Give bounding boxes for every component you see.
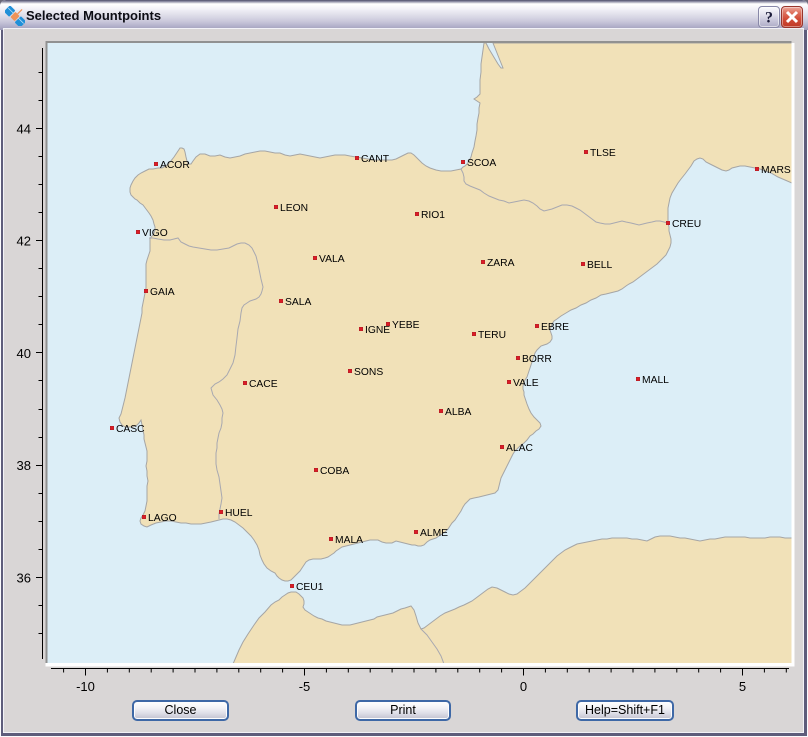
svg-text:44: 44 — [17, 122, 31, 137]
svg-text:38: 38 — [17, 458, 31, 473]
svg-text:GAIA: GAIA — [150, 287, 175, 298]
svg-text:CEU1: CEU1 — [296, 582, 324, 593]
svg-text:SONS: SONS — [354, 367, 383, 378]
svg-text:MALL: MALL — [642, 375, 669, 386]
svg-text:ACOR: ACOR — [160, 160, 190, 171]
svg-text:LEON: LEON — [280, 203, 308, 214]
svg-text:ALBA: ALBA — [445, 407, 471, 418]
svg-text:IGNE: IGNE — [365, 325, 390, 336]
svg-text:TERU: TERU — [478, 330, 506, 341]
svg-text:ALME: ALME — [420, 528, 448, 539]
svg-text:5: 5 — [739, 679, 746, 694]
svg-text:SCOA: SCOA — [467, 158, 496, 169]
svg-text:ALAC: ALAC — [506, 443, 533, 454]
svg-text:YEBE: YEBE — [392, 320, 420, 331]
svg-text:VALE: VALE — [513, 378, 539, 389]
svg-text:LAGO: LAGO — [148, 513, 177, 524]
svg-text:-10: -10 — [76, 679, 95, 694]
svg-text:40: 40 — [17, 346, 31, 361]
svg-text:MARS: MARS — [761, 165, 791, 176]
svg-text:36: 36 — [17, 570, 31, 585]
svg-text:0: 0 — [520, 679, 527, 694]
svg-text:ZARA: ZARA — [487, 258, 515, 269]
svg-text:CANT: CANT — [361, 154, 390, 165]
svg-text:VALA: VALA — [319, 254, 345, 265]
svg-text:BORR: BORR — [522, 354, 552, 365]
svg-text:RIO1: RIO1 — [421, 210, 445, 221]
svg-text:42: 42 — [17, 234, 31, 249]
svg-text:HUEL: HUEL — [225, 508, 253, 519]
svg-text:COBA: COBA — [320, 466, 349, 477]
svg-text:CASC: CASC — [116, 424, 145, 435]
svg-text:EBRE: EBRE — [541, 322, 569, 333]
svg-text:CREU: CREU — [672, 219, 701, 230]
svg-text:MALA: MALA — [335, 535, 363, 546]
svg-text:BELL: BELL — [587, 260, 612, 271]
svg-text:-5: -5 — [299, 679, 311, 694]
svg-text:CACE: CACE — [249, 379, 278, 390]
svg-text:SALA: SALA — [285, 297, 311, 308]
svg-text:TLSE: TLSE — [590, 148, 616, 159]
svg-text:VIGO: VIGO — [142, 228, 168, 239]
